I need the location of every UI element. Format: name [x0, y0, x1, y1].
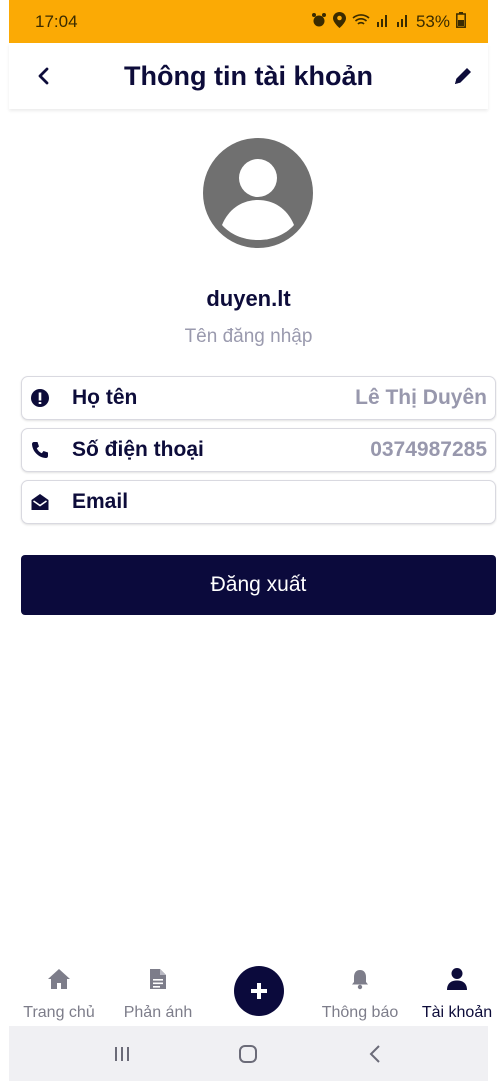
avatar	[203, 138, 313, 248]
info-row-fullname: Họ tên Lê Thị Duyên	[21, 376, 496, 420]
nav-item-notifications[interactable]: Thông báo	[314, 966, 406, 1022]
info-row-email: Email	[21, 480, 496, 524]
info-label: Số điện thoại	[72, 438, 204, 461]
add-button[interactable]	[234, 966, 284, 1016]
info-label: Email	[72, 490, 129, 513]
info-row-phone: Số điện thoại 0374987285	[21, 428, 496, 472]
page-title: Thông tin tài khoản	[124, 60, 373, 91]
battery-percent: 53%	[415, 11, 450, 31]
app-bar: Thông tin tài khoản	[9, 43, 488, 109]
pencil-icon	[455, 68, 471, 84]
battery-icon	[456, 12, 466, 31]
location-icon	[332, 12, 346, 31]
chevron-left-icon	[369, 1044, 380, 1063]
envelope-open-icon	[28, 490, 52, 514]
nav-label: Trang chủ	[23, 1004, 95, 1021]
nav-label: Thông báo	[321, 1004, 399, 1021]
nav-label: Tài khoản	[421, 1004, 493, 1021]
user-circle-icon	[203, 138, 313, 248]
recent-apps-button[interactable]	[102, 1034, 142, 1074]
phone-icon	[28, 438, 52, 462]
plus-icon	[251, 983, 267, 999]
system-nav-bar	[9, 1026, 488, 1081]
status-time: 17:04	[35, 11, 78, 31]
home-circle-icon	[239, 1044, 258, 1063]
username-caption: Tên đăng nhập	[184, 326, 313, 347]
nav-item-report[interactable]: Phản ánh	[120, 966, 196, 1022]
back-system-button[interactable]	[355, 1034, 395, 1074]
logout-button[interactable]: Đăng xuất	[21, 555, 496, 615]
back-button[interactable]	[29, 61, 59, 91]
info-value: 0374987285	[370, 438, 487, 461]
chevron-left-icon	[38, 67, 49, 85]
home-icon	[47, 966, 71, 992]
alarm-icon	[311, 12, 327, 31]
user-icon	[446, 966, 468, 992]
edit-button[interactable]	[448, 61, 478, 91]
nav-label: Phản ánh	[123, 1004, 193, 1021]
info-label: Họ tên	[72, 386, 138, 409]
signal-icon	[376, 13, 390, 30]
home-system-button[interactable]	[228, 1034, 268, 1074]
status-icons: 53%	[311, 12, 466, 32]
wifi-icon	[352, 13, 370, 30]
nav-item-home[interactable]: Trang chủ	[21, 966, 97, 1022]
info-value: Lê Thị Duyên	[355, 386, 487, 409]
recent-apps-icon	[115, 1046, 130, 1061]
document-icon	[149, 966, 167, 992]
username: duyen.lt	[206, 286, 291, 311]
bottom-nav: Trang chủ Phản ánh Thông báo Tài khoản	[0, 966, 497, 1026]
signal-icon	[396, 13, 410, 30]
id-circle-icon	[28, 386, 52, 410]
status-bar: 17:04 53%	[9, 0, 488, 43]
nav-item-account[interactable]: Tài khoản	[418, 966, 496, 1022]
bell-icon	[350, 966, 370, 992]
